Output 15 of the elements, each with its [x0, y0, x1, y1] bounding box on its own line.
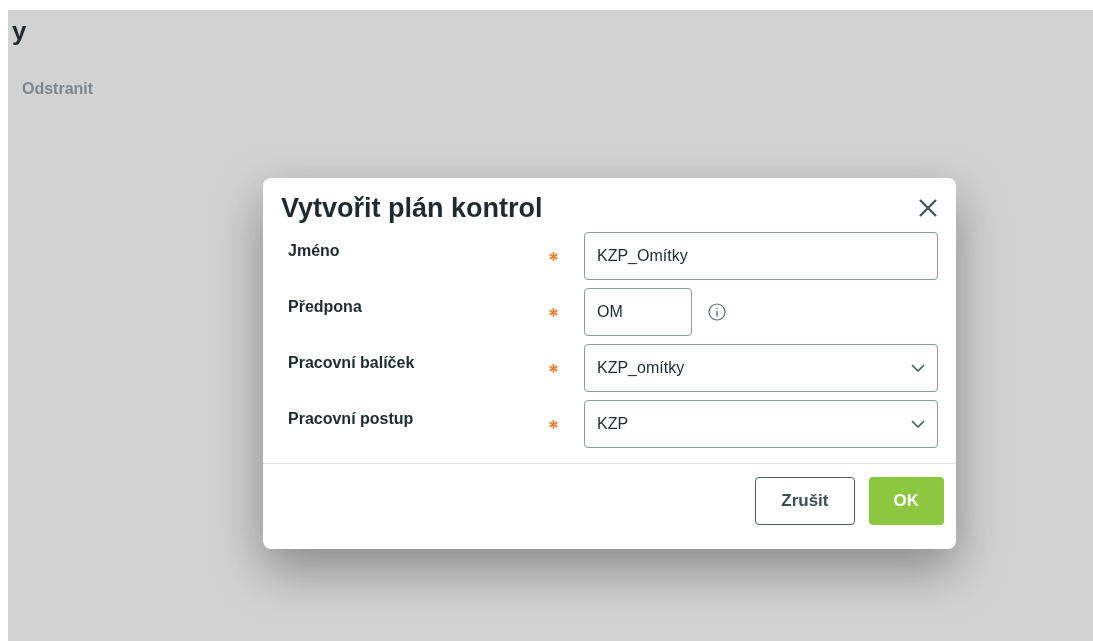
page-heading: y: [12, 15, 27, 48]
dialog-title: Vytvořit plán kontrol: [281, 192, 543, 225]
field-label: Jméno: [287, 241, 341, 261]
field-label: Pracovní postup: [287, 409, 415, 429]
info-icon[interactable]: [708, 303, 726, 321]
dropdown[interactable]: KZP: [584, 400, 938, 448]
chevron-down-icon: [911, 364, 925, 372]
field-label: Předpona: [287, 297, 363, 317]
chevron-down-icon: [911, 420, 925, 428]
cancel-button[interactable]: Zrušit: [755, 477, 855, 525]
field-label: Pracovní balíček: [287, 353, 416, 373]
close-icon[interactable]: [918, 198, 938, 218]
dropdown[interactable]: KZP_omítky: [584, 344, 938, 392]
input-field[interactable]: KZP_Omítky: [584, 232, 938, 280]
input-field[interactable]: OM: [584, 288, 692, 336]
